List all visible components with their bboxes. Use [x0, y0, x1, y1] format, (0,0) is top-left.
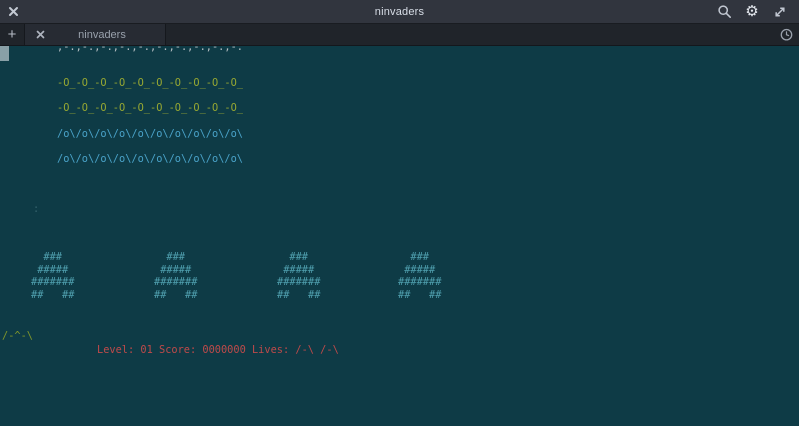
alien-row-front-2: /o\/o\/o\/o\/o\/o\/o\/o\/o\/o\	[57, 153, 243, 166]
search-button[interactable]	[715, 3, 733, 21]
alien-row-middle-2: -O_-O_-O_-O_-O_-O_-O_-O_-O_-O_	[57, 102, 243, 115]
fullscreen-icon	[773, 5, 787, 19]
plus-icon: +	[8, 27, 17, 42]
tab-close-icon	[36, 30, 45, 39]
alien-row-top-clipped: ,-.,-.,-.,-.,-.,-.,-.,-.,-.,-.	[57, 46, 243, 54]
bunker-4: ### ##### ####### ## ##	[398, 251, 441, 302]
terminal-cursor	[0, 46, 9, 61]
tab-close-button[interactable]	[33, 28, 47, 42]
window-titlebar: ninvaders ⚙	[0, 0, 799, 24]
window-title: ninvaders	[0, 6, 799, 18]
history-button[interactable]	[773, 24, 799, 45]
tab-ninvaders[interactable]: ninvaders	[24, 24, 166, 45]
player-ship: /-^-\	[2, 330, 33, 343]
terminal-screen[interactable]: ,-.,-.,-.,-.,-.,-.,-.,-.,-.,-. -O_-O_-O_…	[0, 46, 799, 426]
tabbar-spacer	[166, 24, 773, 45]
bunker-1: ### ##### ####### ## ##	[31, 251, 74, 302]
new-tab-button[interactable]: +	[0, 24, 24, 45]
alien-row-middle-1: -O_-O_-O_-O_-O_-O_-O_-O_-O_-O_	[57, 77, 243, 90]
bunker-3: ### ##### ####### ## ##	[277, 251, 320, 302]
tab-bar: + ninvaders	[0, 24, 799, 46]
alien-bomb: :	[33, 203, 39, 216]
status-line: Level: 01 Score: 0000000 Lives: /-\ /-\	[97, 344, 339, 357]
search-icon	[717, 4, 732, 19]
bunker-2: ### ##### ####### ## ##	[154, 251, 197, 302]
settings-button[interactable]: ⚙	[743, 3, 761, 21]
history-icon	[779, 27, 794, 42]
fullscreen-button[interactable]	[771, 3, 789, 21]
tab-label: ninvaders	[47, 29, 157, 41]
titlebar-actions: ⚙	[715, 3, 799, 21]
alien-row-front-1: /o\/o\/o\/o\/o\/o\/o\/o\/o\/o\	[57, 128, 243, 141]
gear-icon: ⚙	[745, 4, 758, 19]
